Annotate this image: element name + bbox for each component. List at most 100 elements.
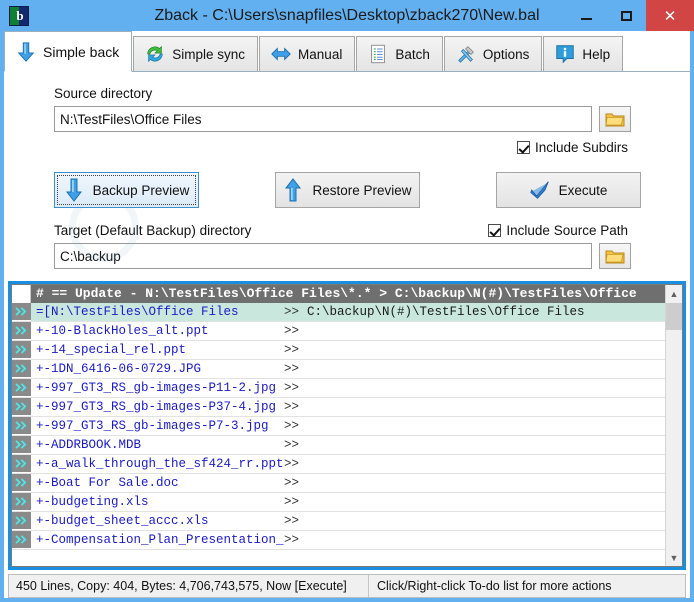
table-row[interactable]: +-ADDRBOOK.MDB >> xyxy=(12,436,665,455)
double-chevron-right-icon xyxy=(15,364,27,373)
backup-preview-button[interactable]: Backup Preview xyxy=(54,172,199,208)
source-directory-row xyxy=(54,106,690,132)
backup-preview-label: Backup Preview xyxy=(92,182,190,198)
folder-icon xyxy=(605,113,625,127)
table-row[interactable]: +-10-BlackHoles_alt.ppt >> xyxy=(12,322,665,341)
row-action-gutter[interactable] xyxy=(12,398,31,416)
todo-list-header-text: # == Update - N:\TestFiles\Office Files\… xyxy=(36,286,637,301)
todo-list[interactable]: # == Update - N:\TestFiles\Office Files\… xyxy=(11,284,683,567)
source-directory-label: Source directory xyxy=(54,86,153,101)
app-icon-glyph: b xyxy=(16,7,24,23)
scroll-up-button[interactable]: ▲ xyxy=(666,285,682,302)
row-source-path: +-Compensation_Plan_Presentation_v2.pps xyxy=(36,533,284,547)
source-browse-button[interactable] xyxy=(599,106,631,132)
row-separator: >> xyxy=(284,476,300,490)
row-action-gutter[interactable] xyxy=(12,512,31,530)
row-separator: >> xyxy=(284,324,300,338)
table-row[interactable]: +-997_GT3_RS_gb-images-P7-3.jpg >> xyxy=(12,417,665,436)
row-action-gutter[interactable] xyxy=(12,417,31,435)
todo-list-scrollbar[interactable]: ▲ ▼ xyxy=(665,285,682,566)
tab-simple-sync[interactable]: Simple sync xyxy=(133,36,259,72)
execute-label: Execute xyxy=(558,182,608,198)
table-row[interactable]: +-a_walk_through_the_sf424_rr.ppt >> xyxy=(12,455,665,474)
scroll-down-button[interactable]: ▼ xyxy=(666,549,682,566)
tab-bar: Simple back Simple sync Manual Batch Opt… xyxy=(4,31,690,72)
row-source-path: +-ADDRBOOK.MDB xyxy=(36,438,142,452)
table-row[interactable]: =[N:\TestFiles\Office Files >> C:\backup\N… xyxy=(12,303,665,322)
app-icon: b xyxy=(9,5,29,26)
table-row[interactable]: +-997_GT3_RS_gb-images-P37-4.jpg >> xyxy=(12,398,665,417)
tab-options[interactable]: Options xyxy=(443,36,543,72)
include-source-path-checkbox[interactable] xyxy=(488,224,502,237)
double-chevron-right-icon xyxy=(15,383,27,392)
include-source-path-row[interactable]: Include Source Path xyxy=(488,223,628,238)
table-row[interactable]: +-Compensation_Plan_Presentation_v2.pps>… xyxy=(12,531,665,550)
row-separator: >> xyxy=(284,533,300,547)
row-source-path: +-14_special_rel.ppt xyxy=(36,343,187,357)
tab-simple-back-label: Simple back xyxy=(43,43,120,60)
simple-back-panel: Source directory Include Subdirs xyxy=(4,72,690,269)
row-action-gutter[interactable] xyxy=(12,474,31,492)
row-action-gutter[interactable] xyxy=(12,379,31,397)
down-arrow-icon xyxy=(17,41,35,62)
row-source-path: +-budget_sheet_accc.xls xyxy=(36,514,209,528)
tab-options-label: Options xyxy=(482,46,530,62)
sync-refresh-icon xyxy=(147,45,163,63)
double-chevron-right-icon xyxy=(15,421,27,430)
minimize-icon xyxy=(580,17,592,20)
restore-preview-button[interactable]: Restore Preview xyxy=(275,172,420,208)
table-row[interactable]: +-budget_sheet_accc.xls >> xyxy=(12,512,665,531)
include-source-path-label: Include Source Path xyxy=(506,223,628,238)
include-subdirs-row[interactable]: Include Subdirs xyxy=(4,140,628,155)
include-subdirs-checkbox[interactable] xyxy=(516,141,530,154)
window-controls: ✕ xyxy=(566,0,694,31)
row-separator: >> xyxy=(284,362,300,376)
target-directory-header: Target (Default Backup) directory Includ… xyxy=(54,223,628,238)
row-action-gutter[interactable] xyxy=(12,322,31,340)
title-bar: b Zback - C:\Users\snapfiles\Desktop\zba… xyxy=(0,0,694,31)
row-action-gutter[interactable] xyxy=(12,436,31,454)
row-action-gutter[interactable] xyxy=(12,303,31,321)
scrollbar-thumb[interactable] xyxy=(666,303,682,330)
double-chevron-right-icon xyxy=(15,402,27,411)
maximize-button[interactable] xyxy=(606,0,646,31)
table-row[interactable]: +-1DN_6416-06-0729.JPG >> xyxy=(12,360,665,379)
todo-list-rows: =[N:\TestFiles\Office Files >> C:\backup\N… xyxy=(12,303,665,550)
table-row[interactable]: +-Boat For Sale.doc >> xyxy=(12,474,665,493)
tab-help[interactable]: Help xyxy=(543,36,624,72)
close-button[interactable]: ✕ xyxy=(646,0,694,31)
row-source-path: +-997_GT3_RS_gb-images-P11-2.jpg xyxy=(36,381,277,395)
target-browse-button[interactable] xyxy=(599,243,631,269)
minimize-button[interactable] xyxy=(566,0,606,31)
execute-button[interactable]: Execute xyxy=(496,172,641,208)
row-separator: >> xyxy=(284,438,300,452)
row-action-gutter[interactable] xyxy=(12,531,31,549)
maximize-icon xyxy=(620,10,632,21)
row-separator: >> xyxy=(284,400,300,414)
row-action-gutter[interactable] xyxy=(12,493,31,511)
double-chevron-right-icon xyxy=(15,307,27,316)
application-window: b Zback - C:\Users\snapfiles\Desktop\zba… xyxy=(0,0,694,602)
double-chevron-right-icon xyxy=(15,516,27,525)
tab-help-label: Help xyxy=(582,46,611,62)
tab-batch[interactable]: Batch xyxy=(356,36,443,72)
table-row[interactable]: +-997_GT3_RS_gb-images-P11-2.jpg >> xyxy=(12,379,665,398)
info-icon xyxy=(556,45,575,64)
row-source-path: +-997_GT3_RS_gb-images-P7-3.jpg xyxy=(36,419,269,433)
status-bar: 450 Lines, Copy: 404, Bytes: 4,706,743,5… xyxy=(8,574,686,598)
status-hint: Click/Right-click To-do list for more ac… xyxy=(377,579,612,593)
row-action-gutter[interactable] xyxy=(12,455,31,473)
target-directory-input[interactable] xyxy=(54,243,592,269)
row-action-gutter[interactable] xyxy=(12,341,31,359)
tab-manual[interactable]: Manual xyxy=(259,36,356,72)
double-chevron-right-icon xyxy=(15,459,27,468)
tab-simple-back[interactable]: Simple back xyxy=(4,31,133,72)
row-action-gutter[interactable] xyxy=(12,360,31,378)
row-destination-path: C:\backup\N(#)\TestFiles\Office Files xyxy=(307,305,585,319)
row-source-path: +-10-BlackHoles_alt.ppt xyxy=(36,324,209,338)
tab-batch-label: Batch xyxy=(395,46,430,62)
double-chevron-right-icon xyxy=(15,535,27,544)
table-row[interactable]: +-budgeting.xls >> xyxy=(12,493,665,512)
source-directory-input[interactable] xyxy=(54,106,592,132)
table-row[interactable]: +-14_special_rel.ppt >> xyxy=(12,341,665,360)
